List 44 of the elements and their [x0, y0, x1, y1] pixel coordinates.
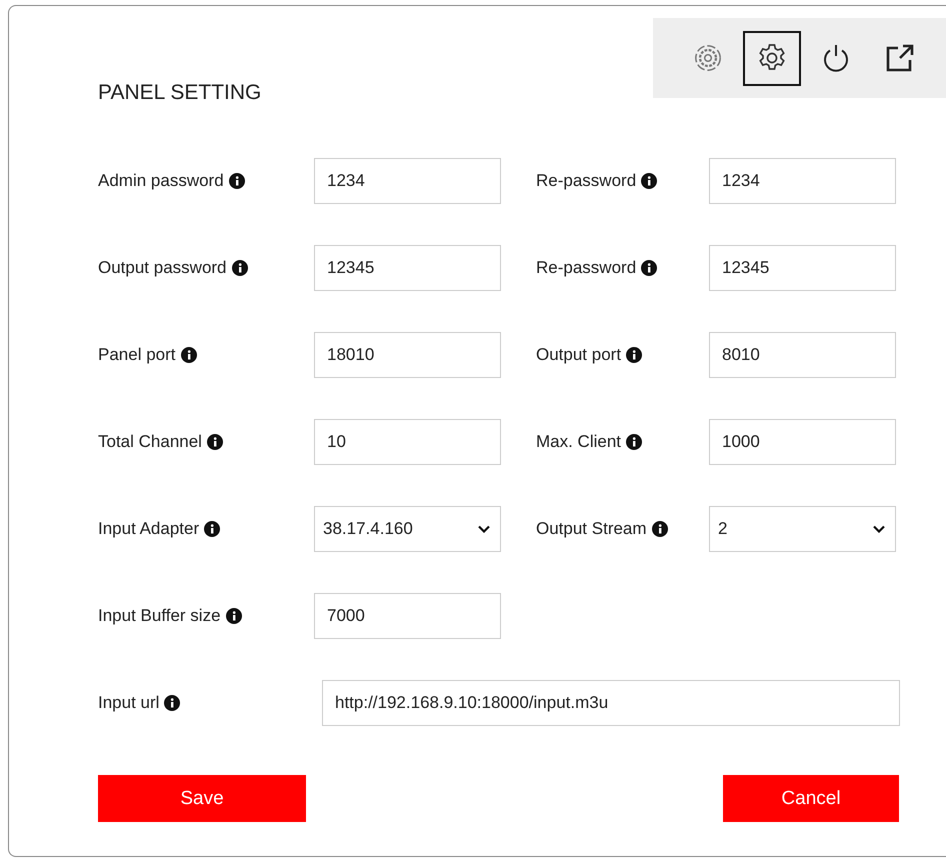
field-label: Input Adapter	[98, 519, 200, 539]
field-label: Max. Client	[536, 432, 622, 452]
input-field[interactable]: 1000	[709, 419, 896, 465]
chevron-down-icon	[478, 525, 490, 533]
info-icon	[626, 434, 642, 450]
panel-title: PANEL SETTING	[98, 81, 262, 105]
field-label: Output Stream	[536, 519, 647, 539]
save-button[interactable]: Save	[98, 775, 306, 822]
info-icon	[180, 347, 196, 363]
field-label: Output password	[98, 258, 227, 278]
info-icon	[626, 347, 642, 363]
input-field[interactable]: 18010	[314, 332, 501, 378]
input-field[interactable]: 12345	[314, 245, 501, 291]
info-icon	[641, 173, 658, 189]
cancel-button[interactable]: Cancel	[723, 775, 899, 822]
field-label: Re-password	[536, 258, 636, 278]
chevron-down-icon	[873, 525, 885, 533]
info-icon	[652, 521, 668, 537]
input-field[interactable]: 7000	[314, 593, 501, 639]
field-label: Admin password	[98, 171, 224, 191]
input-field[interactable]: 8010	[709, 332, 896, 378]
external-link-icon	[884, 42, 916, 74]
field-label: Input url	[98, 693, 160, 713]
field-label: Output port	[536, 345, 622, 365]
info-icon	[228, 173, 245, 189]
info-icon	[164, 695, 180, 711]
field-label: Input Buffer size	[98, 606, 221, 626]
settings-button[interactable]	[743, 30, 801, 86]
dropdown[interactable]: 2	[709, 506, 896, 552]
info-icon	[232, 260, 248, 276]
info-icon	[204, 521, 220, 537]
dropdown[interactable]: 38.17.4.160	[314, 506, 501, 552]
field-label: Panel port	[98, 345, 176, 365]
info-icon	[206, 434, 223, 450]
input-field[interactable]: 1234	[709, 158, 896, 204]
input-field[interactable]: http://192.168.9.10:18000/input.m3u	[322, 680, 900, 726]
info-icon	[641, 260, 658, 276]
field-label: Total Channel	[98, 432, 202, 452]
input-field[interactable]: 1234	[314, 158, 501, 204]
field-label: Re-password	[536, 171, 636, 191]
input-field[interactable]: 10	[314, 419, 501, 465]
input-field[interactable]: 12345	[709, 245, 896, 291]
info-icon	[226, 608, 242, 624]
gear-ring-icon	[693, 43, 723, 73]
